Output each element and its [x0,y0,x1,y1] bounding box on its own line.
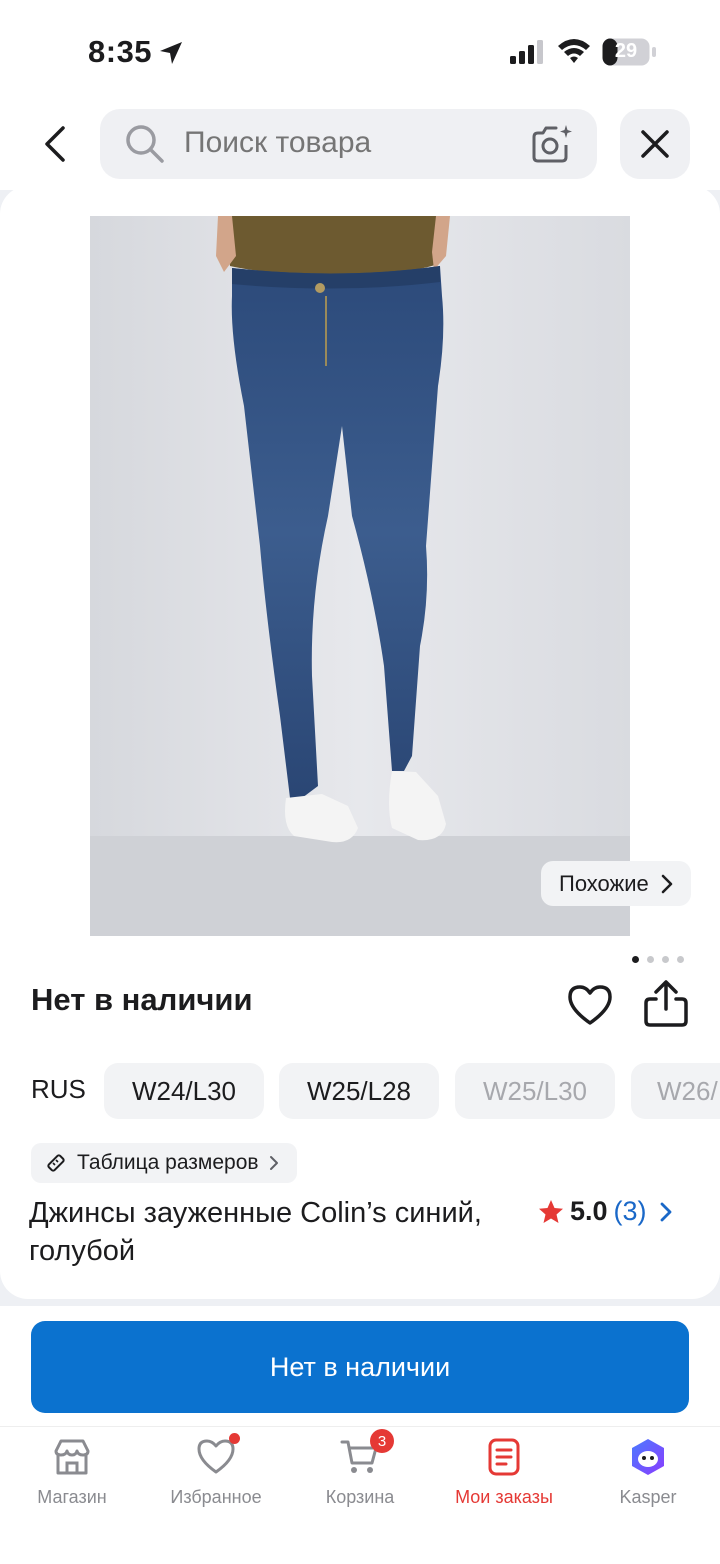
cart-icon: 3 [340,1429,394,1477]
tab-label: Магазин [37,1487,107,1507]
close-button[interactable] [620,109,690,179]
pager-dot [632,956,639,963]
size-chip[interactable]: W25/L28 [279,1063,439,1119]
rating-value: 5.0 [570,1196,608,1226]
chevron-right-icon [269,1156,278,1170]
star-icon [539,1199,563,1223]
tab-shop[interactable]: Магазин [0,1437,144,1508]
search-box[interactable] [100,109,597,179]
tab-label: Корзина [325,1487,395,1507]
bottom-tab-bar: Магазин Избранное 3 Корзина Мои заказы K… [0,1426,720,1564]
size-table-button[interactable]: Таблица размеров [31,1143,297,1183]
chevron-right-icon [661,874,673,893]
tab-kasper[interactable]: Kasper [576,1437,720,1508]
close-icon [641,130,669,158]
wifi-icon [558,39,590,63]
chevron-left-icon [45,126,65,162]
pager-dot [677,956,684,963]
kasper-icon [632,1439,664,1475]
search-icon [126,125,164,163]
product-card: Похожие Нет в наличии RUS W24/L30 W25/L2… [0,186,720,1299]
tab-cart[interactable]: 3 Корзина [288,1429,432,1508]
image-pager[interactable] [632,956,684,963]
search-header [0,100,720,190]
product-title: Джинсы зауженные Colin’s синий, голубой [29,1197,482,1267]
back-button[interactable] [30,118,80,170]
similar-products-button[interactable]: Похожие [541,861,691,906]
cellular-signal-icon [510,40,543,64]
cart-badge: 3 [370,1429,394,1453]
rating-link[interactable]: 5.0 (3) [538,1196,673,1227]
status-time: 8:35 [88,34,153,69]
size-system-label: RUS [31,1074,86,1104]
jeans-photo [90,216,630,936]
ruler-icon [47,1154,65,1172]
pager-dot [662,956,669,963]
tab-orders[interactable]: Мои заказы [432,1437,576,1508]
size-chip[interactable]: W24/L30 [104,1063,264,1119]
orders-icon [488,1438,520,1476]
tab-favorites[interactable]: Избранное [144,1433,288,1508]
notification-dot [229,1433,240,1444]
size-table-label: Таблица размеров [77,1151,259,1174]
stock-status: Нет в наличии [31,982,253,1017]
out-of-stock-button[interactable]: Нет в наличии [31,1321,689,1413]
camera-search-icon[interactable] [530,123,574,165]
favorite-heart-icon[interactable] [566,983,614,1027]
tab-label: Мои заказы [455,1487,553,1507]
chevron-right-icon [660,1202,671,1221]
reviews-count: (3) [613,1196,647,1226]
product-image[interactable] [90,216,630,936]
pager-dot [647,956,654,963]
search-input[interactable] [184,126,514,160]
size-chip[interactable]: W25/L30 [455,1063,615,1119]
shop-icon [54,1439,90,1475]
heart-icon [196,1433,240,1477]
cta-area: Нет в наличии [0,1306,720,1426]
share-icon[interactable] [642,979,690,1029]
similar-label: Похожие [559,870,649,896]
size-chip[interactable]: W26/ [631,1063,720,1119]
tab-label: Kasper [619,1487,677,1507]
status-bar: 8:35 29 [0,0,720,100]
tab-label: Избранное [170,1487,262,1507]
battery-level: 29 [614,40,638,62]
location-arrow-icon [160,42,182,64]
